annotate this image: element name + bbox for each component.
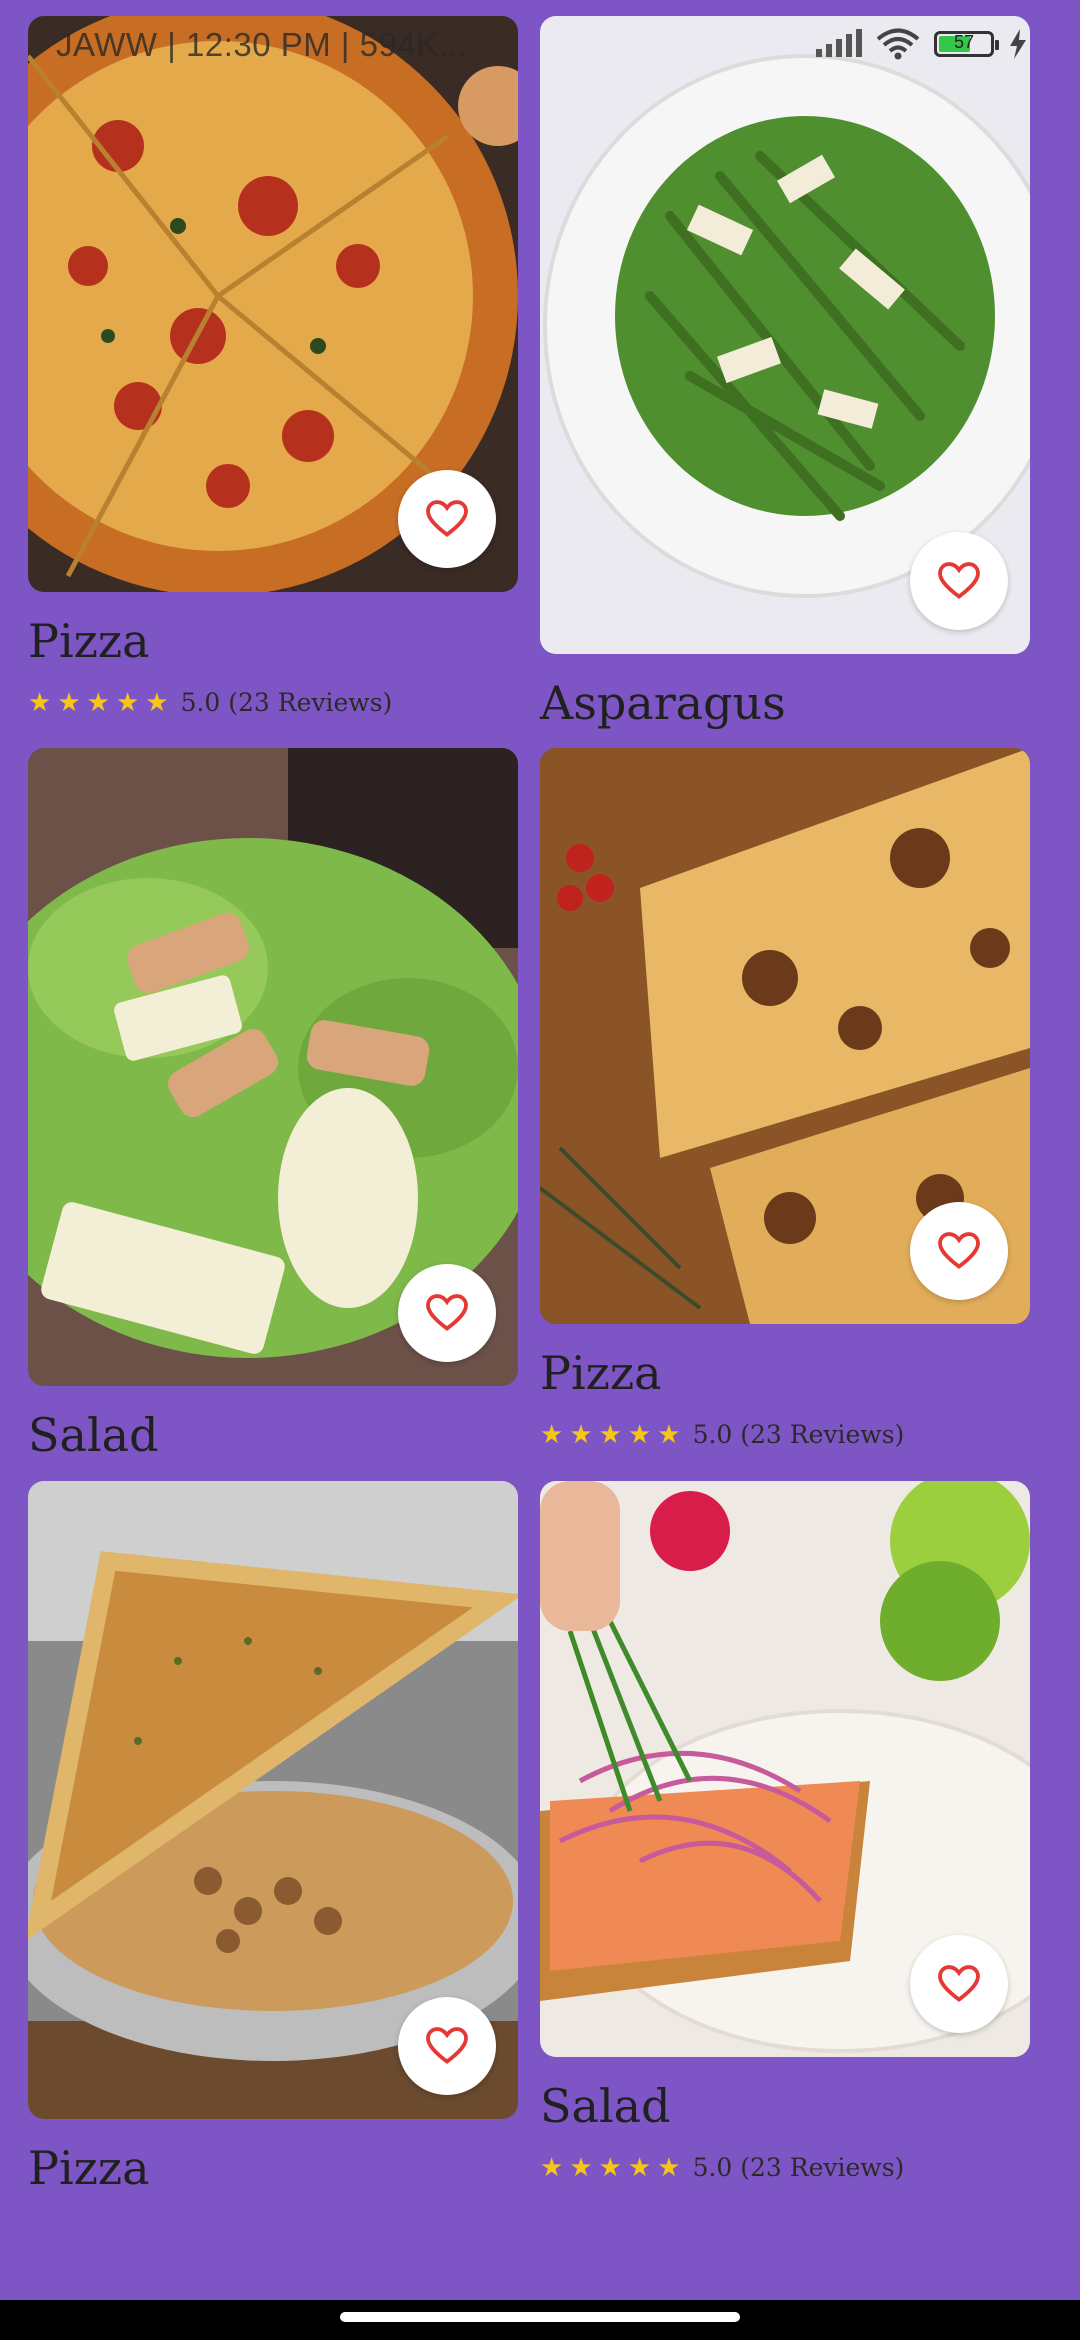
- food-card[interactable]: Pizza ★ ★ ★ ★ ★ 5.0 (23 Reviews): [540, 748, 1030, 1449]
- heart-outline-icon: [426, 2027, 468, 2064]
- food-card[interactable]: Asparagus: [540, 16, 1030, 726]
- favorite-button[interactable]: [910, 1935, 1008, 2033]
- navigation-bar: [0, 2300, 1080, 2340]
- star-icon: ★: [86, 687, 110, 718]
- star-icon: ★: [145, 687, 169, 718]
- rating-row: ★ ★ ★ ★ ★ 5.0 (23 Reviews): [28, 688, 518, 717]
- battery-icon: 57: [934, 31, 999, 57]
- star-icon: ★: [598, 1419, 622, 1450]
- food-photo[interactable]: [540, 1481, 1030, 2057]
- star-icon: ★: [115, 687, 140, 718]
- battery-level: 57: [953, 32, 975, 52]
- favorite-button[interactable]: [398, 1264, 496, 1362]
- favorite-button[interactable]: [910, 532, 1008, 630]
- star-icon: ★: [569, 1419, 593, 1450]
- home-indicator[interactable]: [340, 2312, 740, 2322]
- food-photo[interactable]: [540, 16, 1030, 654]
- food-title: Pizza: [540, 1346, 662, 1400]
- food-photo[interactable]: [28, 16, 518, 592]
- wifi-icon: [876, 28, 920, 60]
- star-icon: ★: [28, 687, 52, 718]
- heart-outline-icon: [938, 562, 980, 599]
- star-icon: ★: [57, 687, 81, 718]
- food-card[interactable]: Pizza: [28, 1481, 518, 2191]
- food-title: Salad: [28, 1408, 159, 1462]
- star-icon: ★: [657, 2152, 681, 2183]
- star-icon: ★: [598, 2152, 622, 2183]
- food-card[interactable]: Salad ★ ★ ★ ★ ★ 5.0 (23 Reviews): [540, 1481, 1030, 2182]
- heart-outline-icon: [938, 1232, 980, 1269]
- food-title: Pizza: [28, 2141, 150, 2195]
- heart-outline-icon: [426, 500, 468, 537]
- favorite-button[interactable]: [398, 470, 496, 568]
- star-icon: ★: [657, 1419, 681, 1450]
- food-title: Salad: [540, 2079, 671, 2133]
- favorite-button[interactable]: [398, 1997, 496, 2095]
- star-icon: ★: [540, 2152, 564, 2183]
- signal-icon: [816, 29, 862, 57]
- star-icon: ★: [569, 2152, 593, 2183]
- rating-text: 5.0 (23 Reviews): [692, 1420, 905, 1449]
- star-icon: ★: [540, 1419, 564, 1450]
- food-card[interactable]: Salad: [28, 748, 518, 1458]
- food-photo[interactable]: [540, 748, 1030, 1324]
- favorite-button[interactable]: [910, 1202, 1008, 1300]
- rating-row: ★ ★ ★ ★ ★ 5.0 (23 Reviews): [540, 2153, 1030, 2182]
- charging-icon: [1010, 29, 1026, 59]
- rating-row: ★ ★ ★ ★ ★ 5.0 (23 Reviews): [540, 1420, 1030, 1449]
- rating-text: 5.0 (23 Reviews): [180, 688, 393, 717]
- status-text: JAWW | 12:30 PM | 594K...: [56, 26, 468, 63]
- status-icons: 57: [814, 28, 1028, 60]
- food-photo[interactable]: [28, 1481, 518, 2119]
- heart-outline-icon: [426, 1294, 468, 1331]
- star-icon: ★: [627, 2152, 652, 2183]
- food-title: Asparagus: [540, 676, 786, 730]
- food-title: Pizza: [28, 614, 150, 668]
- star-icon: ★: [627, 1419, 652, 1450]
- heart-outline-icon: [938, 1965, 980, 2002]
- food-photo[interactable]: [28, 748, 518, 1386]
- status-bar: JAWW | 12:30 PM | 594K... 57: [0, 0, 1080, 96]
- food-card[interactable]: Pizza ★ ★ ★ ★ ★ 5.0 (23 Reviews): [28, 16, 518, 717]
- rating-text: 5.0 (23 Reviews): [692, 2153, 905, 2182]
